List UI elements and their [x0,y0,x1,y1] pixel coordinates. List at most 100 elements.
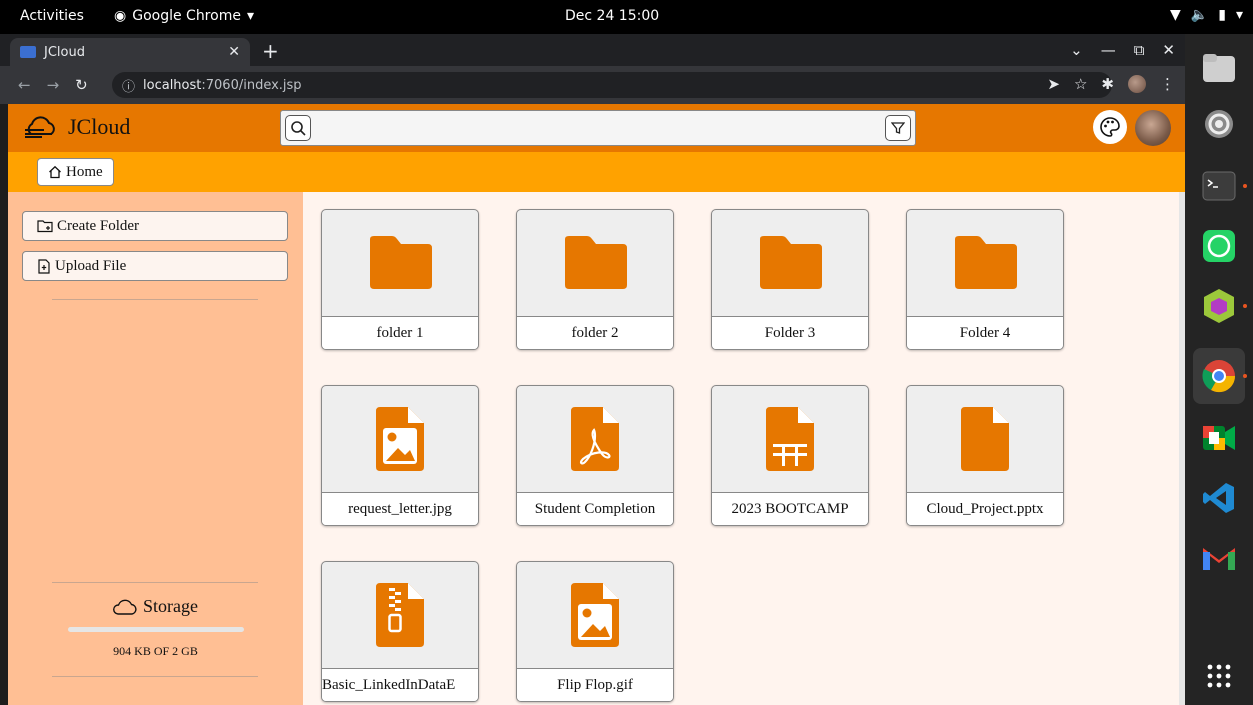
dock-whatsapp[interactable] [1197,224,1241,268]
system-tray[interactable]: ▼ 🔈 ▮ ▾ [1170,7,1243,23]
search-icon [291,121,306,136]
app-grid-icon [1207,664,1231,688]
app-title: JCloud [68,114,131,139]
browser-tab-strip: JCloud ✕ + ⌄ — ⧉ ✕ [0,34,1185,66]
volume-icon: 🔈 [1190,7,1209,23]
gmail-icon [1203,548,1235,570]
dock-vscode[interactable] [1197,476,1241,520]
profile-avatar[interactable] [1128,75,1146,93]
image-file-icon [322,386,478,492]
item-name: Folder 3 [712,316,868,349]
running-indicator [1243,184,1247,188]
folder-card[interactable]: Folder 4 [906,209,1064,350]
item-name: Flip Flop.gif [517,668,673,701]
dock-app-cube[interactable] [1197,284,1247,328]
dock-chrome[interactable] [1193,348,1247,404]
folder-card[interactable]: folder 2 [516,209,674,350]
storage-title: Storage [143,596,198,616]
terminal-icon [1202,171,1236,201]
vscode-icon [1203,483,1234,513]
filter-button[interactable] [885,115,911,141]
spreadsheet-file-icon [712,386,868,492]
caret-down-icon: ▾ [246,8,254,24]
file-card[interactable]: 2023 BOOTCAMP [711,385,869,526]
back-icon[interactable]: ← [18,76,31,94]
theme-palette-button[interactable] [1093,110,1127,144]
browser-tab[interactable]: JCloud ✕ [10,38,250,66]
pdf-file-icon [517,386,673,492]
settings-icon [1205,110,1233,138]
reload-icon[interactable]: ↻ [75,76,88,94]
google-meet-icon [1203,426,1235,450]
search-button[interactable] [285,115,311,141]
folder-icon [712,210,868,316]
bookmark-star-icon[interactable]: ☆ [1074,75,1087,93]
file-card[interactable]: request_letter.jpg [321,385,479,526]
file-card[interactable]: Basic_LinkedInDataE [321,561,479,702]
filter-icon [891,122,905,134]
battery-icon: ▮ [1218,7,1226,23]
dock-terminal[interactable] [1197,164,1247,208]
palette-icon [1100,117,1120,137]
folder-icon [907,210,1063,316]
files-icon [1203,54,1235,82]
activities-button[interactable]: Activities [20,8,84,24]
breadcrumb-home-button[interactable]: Home [37,158,114,186]
folder-icon [322,210,478,316]
folder-card[interactable]: folder 1 [321,209,479,350]
address-bar[interactable]: ⓘ localhost:7060/index.jsp [112,72,1112,98]
storage-panel: Storage 904 KB OF 2 GB [8,596,303,659]
jcloud-favicon-icon [20,46,36,58]
sidebar-divider [52,582,258,583]
clock[interactable]: Dec 24 15:00 [565,8,659,24]
site-info-icon[interactable]: ⓘ [122,76,135,95]
close-window-icon[interactable]: ✕ [1162,41,1175,59]
home-icon [49,165,61,179]
extensions-icon[interactable]: ✱ [1101,75,1114,93]
close-tab-icon[interactable]: ✕ [228,44,240,60]
tab-title: JCloud [44,44,85,60]
running-indicator [1243,374,1247,378]
chrome-small-icon: ◉ [114,8,127,24]
dock-google-meet[interactable] [1197,416,1241,460]
dock-show-apps[interactable] [1197,654,1241,698]
upload-file-button[interactable]: Upload File [22,251,288,281]
user-avatar[interactable] [1135,110,1171,146]
restore-icon[interactable]: ⧉ [1134,41,1145,59]
file-card[interactable]: Flip Flop.gif [516,561,674,702]
forward-icon[interactable]: → [47,76,60,94]
create-folder-button[interactable]: Create Folder [22,211,288,241]
app-header: JCloud [8,104,1185,152]
document-file-icon [907,386,1063,492]
wifi-icon: ▼ [1170,7,1181,23]
url-host: localhost [143,77,202,93]
search-input[interactable] [315,115,875,141]
item-name: folder 1 [322,316,478,349]
breadcrumb: Home [8,152,1185,192]
dock-settings[interactable] [1197,102,1241,146]
cloud-logo-icon [25,116,55,138]
app-menu[interactable]: ◉ Google Chrome ▾ [114,8,254,24]
cloud-icon [113,599,137,615]
minimize-icon[interactable]: — [1101,41,1116,59]
window-controls: ⌄ — ⧉ ✕ [1070,41,1175,59]
storage-usage-text: 904 KB OF 2 GB [113,644,198,658]
zip-file-icon [322,562,478,668]
file-card[interactable]: Student Completion [516,385,674,526]
chrome-menu-icon[interactable]: ⋮ [1160,75,1175,93]
url-path: :7060/index.jsp [201,77,302,93]
running-indicator [1243,304,1247,308]
dock-files[interactable] [1197,46,1241,90]
new-tab-button[interactable]: + [262,39,279,63]
file-card[interactable]: Cloud_Project.pptx [906,385,1064,526]
app-menu-label: Google Chrome [132,8,241,24]
whatsapp-icon [1203,230,1235,262]
send-icon[interactable]: ➤ [1047,75,1060,93]
item-name: Cloud_Project.pptx [907,492,1063,525]
brand[interactable]: JCloud [24,114,130,140]
tab-search-icon[interactable]: ⌄ [1070,41,1083,59]
folder-card[interactable]: Folder 3 [711,209,869,350]
item-name: Student Completion [517,492,673,525]
dock-gmail[interactable] [1197,536,1241,580]
sidebar: Create Folder Upload File Storage 904 KB… [8,192,303,705]
